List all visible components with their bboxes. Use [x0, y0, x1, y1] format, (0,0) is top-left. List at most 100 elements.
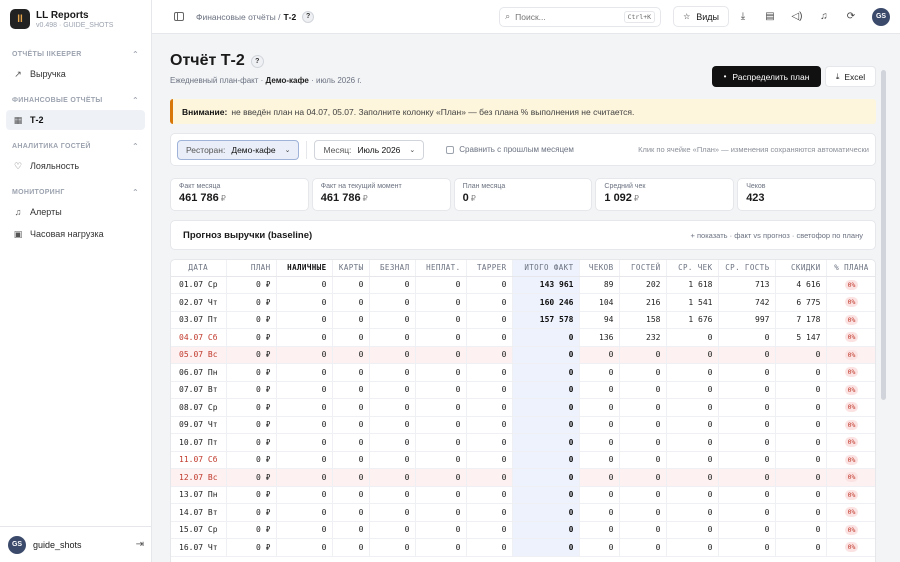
- sidebar-item[interactable]: ▦ Т-2: [6, 110, 145, 130]
- distribute-plan-button[interactable]: • Распределить план: [712, 66, 821, 87]
- plan-cell[interactable]: 0 ₽: [226, 538, 277, 557]
- sidebar-toggle-icon[interactable]: [174, 12, 184, 21]
- table-cell: 158: [619, 311, 667, 329]
- nav-section-header[interactable]: АНАЛИТИКА ГОСТЕЙ ⌃: [0, 138, 151, 154]
- plan-cell[interactable]: 0 ₽: [226, 416, 277, 434]
- table-cell: 0: [332, 311, 370, 329]
- chevron-up-icon[interactable]: ⌃: [132, 142, 139, 151]
- brand-subtitle: v0.498 · GUIDE_SHOTS: [36, 21, 114, 29]
- compare-checkbox[interactable]: Сравнить с прошлым месяцем: [446, 145, 574, 154]
- plan-cell[interactable]: 0 ₽: [226, 486, 277, 504]
- plan-cell[interactable]: 0 ₽: [226, 276, 277, 294]
- forecast-hint[interactable]: + показать · факт vs прогноз · светофор …: [691, 231, 863, 240]
- table-cell: 0: [466, 538, 513, 557]
- table-cell: 0: [332, 451, 370, 469]
- plan-percent-cell: 0%: [826, 416, 875, 434]
- table-cell: 0: [276, 503, 333, 522]
- column-header[interactable]: БЕЗНАЛ: [369, 260, 416, 277]
- sidebar-item[interactable]: ♡ Лояльность: [6, 156, 145, 176]
- plan-cell[interactable]: 0 ₽: [226, 381, 277, 399]
- chevron-up-icon[interactable]: ⌃: [132, 188, 139, 197]
- plan-percent-badge: 0%: [844, 384, 859, 395]
- nav-section-header[interactable]: ОТЧЁТЫ IIKEEPER ⌃: [0, 46, 151, 62]
- nav-section-header[interactable]: ФИНАНСОВЫЕ ОТЧЁТЫ ⌃: [0, 92, 151, 108]
- download-icon[interactable]: ⤓: [730, 11, 756, 22]
- kpi-label: План месяца: [462, 183, 506, 190]
- refresh-icon[interactable]: ⟳: [838, 11, 864, 22]
- chevron-up-icon[interactable]: ⌃: [132, 50, 139, 59]
- topbar-avatar[interactable]: GS: [872, 7, 890, 26]
- brand[interactable]: ll LL Reports v0.498 · GUIDE_SHOTS: [0, 0, 151, 38]
- plan-cell[interactable]: 0 ₽: [226, 433, 277, 452]
- plan-cell[interactable]: 0 ₽: [226, 346, 277, 364]
- search-box[interactable]: ⌕ Ctrl+K: [499, 6, 662, 27]
- chevron-up-icon[interactable]: ⌃: [132, 96, 139, 105]
- plan-cell[interactable]: 0 ₽: [226, 363, 277, 382]
- column-header[interactable]: ИТОГО ФАКТ: [512, 260, 580, 277]
- column-header[interactable]: TAPPER: [466, 260, 513, 277]
- scrollbar[interactable]: [881, 70, 886, 400]
- plan-cell[interactable]: 0 ₽: [226, 328, 277, 347]
- checkbox-box[interactable]: [446, 145, 455, 154]
- table-cell: 0: [276, 311, 333, 329]
- total-fact-cell: 0: [512, 398, 580, 417]
- nav-section-title: МОНИТОРИНГ: [12, 188, 65, 196]
- excel-export-button[interactable]: ⤓ Excel: [825, 66, 876, 87]
- chevron-down-icon: ⌄: [284, 146, 291, 154]
- table-cell: 0: [579, 468, 620, 487]
- table-cell: 0: [369, 276, 416, 294]
- column-header[interactable]: КАРТЫ: [332, 260, 370, 277]
- nav-section-header[interactable]: МОНИТОРИНГ ⌃: [0, 184, 151, 200]
- sidebar-item[interactable]: ▣ Часовая нагрузка: [6, 224, 145, 244]
- date-cell: 06.07 Пн: [171, 363, 227, 382]
- column-header[interactable]: ГОСТЕЙ: [619, 260, 667, 277]
- page-help-icon[interactable]: ?: [250, 54, 264, 68]
- date-cell: 14.07 Вт: [171, 503, 227, 522]
- t2-table-container: ДАТА ПЛАН НАЛИЧНЫЕ КАРТЫ БЕЗНАЛ НЕПЛАТ. TAPPER…: [170, 259, 876, 562]
- plan-percent-badge: 0%: [844, 297, 859, 308]
- plan-cell[interactable]: 0 ₽: [226, 311, 277, 329]
- column-header[interactable]: СКИДКИ: [775, 260, 827, 277]
- table-cell: 0: [466, 276, 513, 294]
- table-cell: 0: [666, 433, 719, 452]
- search-input[interactable]: [515, 11, 624, 22]
- column-header[interactable]: НАЛИЧНЫЕ: [276, 260, 333, 277]
- avatar[interactable]: GS: [8, 535, 26, 554]
- column-header[interactable]: СР. ЧЕК: [666, 260, 719, 277]
- forecast-panel[interactable]: Прогноз выручки (baseline) + показать · …: [170, 220, 876, 250]
- table-cell: 0: [775, 451, 827, 469]
- plan-cell[interactable]: 0 ₽: [226, 293, 277, 312]
- plan-cell[interactable]: 0 ₽: [226, 503, 277, 522]
- views-button[interactable]: ☆ Виды: [673, 6, 729, 27]
- table-cell: 0: [276, 538, 333, 557]
- breadcrumb-parent[interactable]: Финансовые отчёты /: [196, 12, 280, 22]
- notification-bell-icon[interactable]: ♫: [811, 11, 837, 22]
- plan-percent-badge: 0%: [844, 454, 859, 465]
- logout-icon[interactable]: ⇥: [136, 539, 144, 550]
- column-header[interactable]: ДАТА: [171, 260, 227, 277]
- plan-cell[interactable]: 0 ₽: [226, 521, 277, 539]
- sidebar-item[interactable]: ♫ Алерты: [6, 202, 145, 222]
- column-header[interactable]: ПЛАН: [226, 260, 277, 277]
- plan-cell[interactable]: 0 ₽: [226, 468, 277, 487]
- table-cell: 94: [579, 311, 620, 329]
- table-cell: 0: [332, 538, 370, 557]
- sidebar-item[interactable]: ↗ Выручка: [6, 64, 145, 84]
- user-panel: GS guide_shots ⇥: [0, 526, 152, 562]
- column-header[interactable]: % ПЛАНА: [826, 260, 875, 277]
- month-select[interactable]: Месяц: Июль 2026 ⌄: [314, 139, 425, 160]
- plan-percent-badge: 0%: [844, 472, 859, 483]
- plan-cell[interactable]: 0 ₽: [226, 451, 277, 469]
- column-header[interactable]: НЕПЛАТ.: [415, 260, 467, 277]
- speaker-icon[interactable]: ◁): [784, 11, 810, 22]
- plan-cell[interactable]: 0 ₽: [226, 398, 277, 417]
- table-cell: 0: [718, 398, 776, 417]
- column-header[interactable]: ЧЕКОВ: [579, 260, 620, 277]
- column-header[interactable]: СР. ГОСТЬ: [718, 260, 776, 277]
- help-icon[interactable]: ?: [302, 10, 315, 23]
- clipboard-icon[interactable]: ▤: [757, 11, 783, 22]
- table-cell: 0: [466, 416, 513, 434]
- page-title: Отчёт Т-2: [170, 52, 245, 69]
- restaurant-select[interactable]: Ресторан: Демо-кафе ⌄: [177, 139, 300, 160]
- restaurant-value: Демо-кафе: [231, 144, 276, 155]
